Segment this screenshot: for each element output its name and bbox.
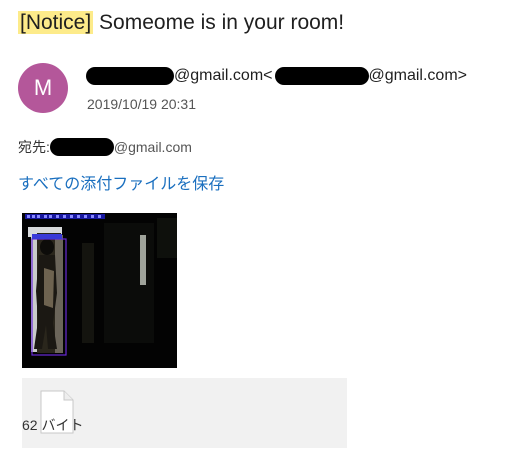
avatar[interactable]: M	[18, 63, 68, 113]
redacted-sender-name	[86, 67, 174, 85]
sender-angle-open: <	[263, 67, 273, 84]
file-size: 62 バイト	[22, 417, 84, 433]
redacted-recipient	[49, 138, 114, 156]
avatar-letter: M	[33, 75, 53, 100]
image-attachment-thumbnail[interactable]	[22, 213, 177, 368]
recipient-domain[interactable]: @gmail.com	[114, 137, 192, 157]
email-date: 2019/10/19 20:31	[87, 96, 196, 112]
save-all-attachments-link[interactable]: すべての添付ファイルを保存	[18, 174, 224, 196]
redacted-sender-address	[274, 67, 369, 85]
to-label: 宛先:	[18, 139, 50, 155]
camera-frame-image	[22, 213, 177, 368]
sender-line: @gmail.com < @gmail.com>	[86, 65, 467, 87]
recipient-line: 宛先: @gmail.com	[18, 137, 192, 157]
subject-text: Someome is in your room!	[93, 11, 345, 34]
subject-tag: [Notice]	[18, 11, 94, 34]
file-attachment-card[interactable]: 62 バイト	[22, 378, 347, 448]
email-subject: [Notice] Someome is in your room!	[18, 10, 344, 36]
sender-domain[interactable]: @gmail.com	[174, 65, 263, 87]
sender-address-domain[interactable]: @gmail.com>	[369, 65, 468, 87]
